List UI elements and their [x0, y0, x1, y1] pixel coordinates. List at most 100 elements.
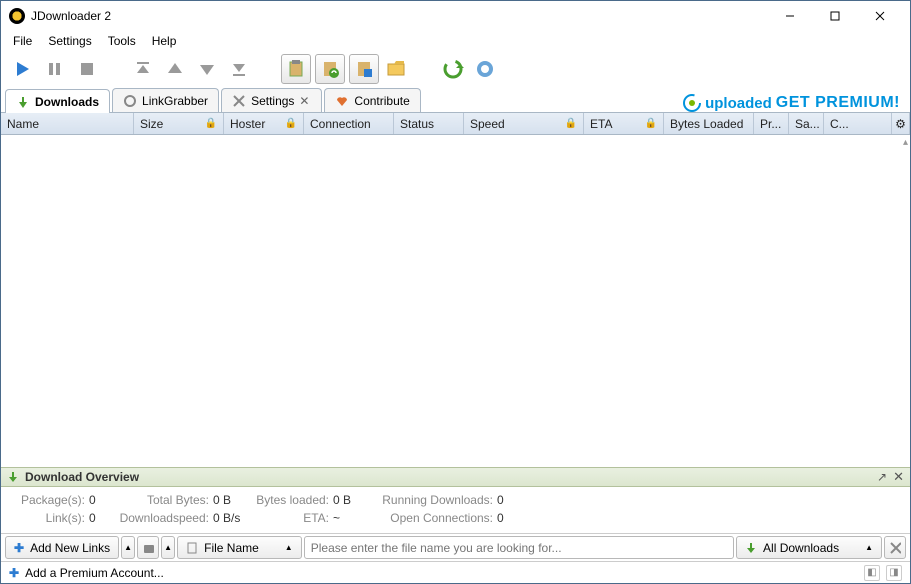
menu-file[interactable]: File: [5, 32, 40, 50]
bottom-toolbar: ✚ Add New Links ▲ ▲ File Name ▲ All Down…: [1, 533, 910, 561]
lock-icon: 🔒: [565, 118, 577, 129]
downloads-table-body[interactable]: ▴: [1, 135, 910, 467]
tab-label: Downloads: [35, 95, 99, 109]
menubar: File Settings Tools Help: [1, 31, 910, 51]
col-priority[interactable]: Pr...: [754, 113, 789, 134]
ov-connections-label: Open Connections:: [369, 511, 497, 525]
bottom-settings-button[interactable]: [884, 536, 906, 559]
all-downloads-button[interactable]: All Downloads ▲: [736, 536, 882, 559]
plus-icon: ✚: [14, 541, 24, 555]
minimize-button[interactable]: [767, 2, 812, 31]
titlebar: JDownloader 2: [1, 1, 910, 31]
column-headers: Name Size🔒 Hoster🔒 Connection Status Spe…: [1, 113, 910, 135]
close-button[interactable]: [857, 2, 902, 31]
tab-close-icon[interactable]: ✕: [299, 94, 311, 108]
col-size[interactable]: Size🔒: [134, 113, 224, 134]
tab-downloads[interactable]: Downloads: [5, 89, 110, 113]
play-button[interactable]: [9, 55, 37, 83]
window-title: JDownloader 2: [31, 9, 767, 23]
add-links-label: Add New Links: [30, 541, 110, 555]
ov-totalbytes-value: 0 B: [213, 493, 247, 507]
ov-speed-value: 0 B/s: [213, 511, 247, 525]
pause-button[interactable]: [41, 55, 69, 83]
add-premium-link[interactable]: Add a Premium Account...: [25, 566, 164, 580]
download-icon: [16, 95, 30, 109]
open-folder-button[interactable]: [383, 55, 411, 83]
status-icon-2[interactable]: ◨: [886, 565, 902, 581]
move-down-button[interactable]: [193, 55, 221, 83]
lock-icon: 🔒: [645, 118, 657, 129]
move-top-button[interactable]: [129, 55, 157, 83]
menu-settings[interactable]: Settings: [40, 32, 99, 50]
overview-title: Download Overview: [25, 470, 871, 484]
col-saveto[interactable]: Sa...: [789, 113, 824, 134]
filter-field-button[interactable]: File Name ▲: [177, 536, 302, 559]
banner-brand: uploaded: [705, 95, 772, 112]
tab-label: Contribute: [354, 94, 409, 108]
col-hoster[interactable]: Hoster🔒: [224, 113, 304, 134]
plus-icon: ✚: [9, 566, 19, 580]
premium-banner[interactable]: uploaded GET PREMIUM!: [683, 94, 906, 112]
ov-bytesloaded-label: Bytes loaded:: [247, 493, 333, 507]
col-bytesloaded[interactable]: Bytes Loaded: [664, 113, 754, 134]
col-status[interactable]: Status: [394, 113, 464, 134]
add-links-dropdown[interactable]: ▲: [121, 536, 135, 559]
toolbar: [1, 51, 910, 87]
columns-config-button[interactable]: ⚙: [892, 113, 910, 134]
download-icon: [745, 542, 757, 554]
ov-bytesloaded-value: 0 B: [333, 493, 369, 507]
search-field[interactable]: [304, 536, 734, 559]
col-speed[interactable]: Speed🔒: [464, 113, 584, 134]
clipboard-monitor-button[interactable]: [281, 54, 311, 84]
add-new-links-button[interactable]: ✚ Add New Links: [5, 536, 119, 559]
uploaded-logo-icon: [683, 94, 701, 112]
ov-running-value: 0: [497, 493, 517, 507]
tab-contribute[interactable]: Contribute: [324, 88, 420, 112]
move-up-button[interactable]: [161, 55, 189, 83]
overview-row: Package(s): 0 Total Bytes: 0 B Bytes loa…: [11, 491, 900, 509]
col-comment[interactable]: C...: [824, 113, 892, 134]
menu-tools[interactable]: Tools: [100, 32, 144, 50]
col-connection[interactable]: Connection: [304, 113, 394, 134]
auto-reconnect-button[interactable]: [315, 54, 345, 84]
ov-connections-value: 0: [497, 511, 517, 525]
banner-cta: GET PREMIUM!: [776, 94, 900, 112]
tab-linkgrabber[interactable]: LinkGrabber: [112, 88, 219, 112]
reconnect-button[interactable]: [439, 55, 467, 83]
container-dropdown[interactable]: ▲: [161, 536, 175, 559]
filter-label: File Name: [204, 541, 259, 555]
col-eta[interactable]: ETA🔒: [584, 113, 664, 134]
ov-links-label: Link(s):: [11, 511, 89, 525]
overview-row: Link(s): 0 Downloadspeed: 0 B/s ETA: ~ O…: [11, 509, 900, 527]
download-icon: [7, 471, 19, 483]
tab-label: Settings: [251, 94, 294, 108]
ov-links-value: 0: [89, 511, 113, 525]
file-icon: [186, 542, 198, 554]
statusbar: ✚ Add a Premium Account... ◧ ◨: [1, 561, 910, 583]
premium-toggle-button[interactable]: [349, 54, 379, 84]
ov-eta-label: ETA:: [247, 511, 333, 525]
ov-eta-value: ~: [333, 511, 369, 525]
tab-label: LinkGrabber: [142, 94, 208, 108]
status-icon-1[interactable]: ◧: [864, 565, 880, 581]
scroll-up-icon[interactable]: ▴: [903, 137, 908, 148]
tabs-row: Downloads LinkGrabber Settings ✕ Contrib…: [1, 87, 910, 113]
app-icon: [9, 8, 25, 24]
menu-help[interactable]: Help: [144, 32, 185, 50]
maximize-button[interactable]: [812, 2, 857, 31]
tab-settings[interactable]: Settings ✕: [221, 88, 322, 112]
ov-packages-value: 0: [89, 493, 113, 507]
col-name[interactable]: Name: [1, 113, 134, 134]
stop-button[interactable]: [73, 55, 101, 83]
container-button[interactable]: [137, 536, 159, 559]
tools-icon: [232, 94, 246, 108]
move-bottom-button[interactable]: [225, 55, 253, 83]
link-icon: [123, 94, 137, 108]
expand-icon[interactable]: ↗: [877, 470, 887, 484]
all-downloads-label: All Downloads: [763, 541, 839, 555]
update-button[interactable]: [471, 55, 499, 83]
search-input[interactable]: [311, 541, 727, 555]
ov-speed-label: Downloadspeed:: [113, 511, 213, 525]
overview-body: Package(s): 0 Total Bytes: 0 B Bytes loa…: [1, 487, 910, 533]
close-overview-icon[interactable]: ✕: [893, 469, 904, 485]
